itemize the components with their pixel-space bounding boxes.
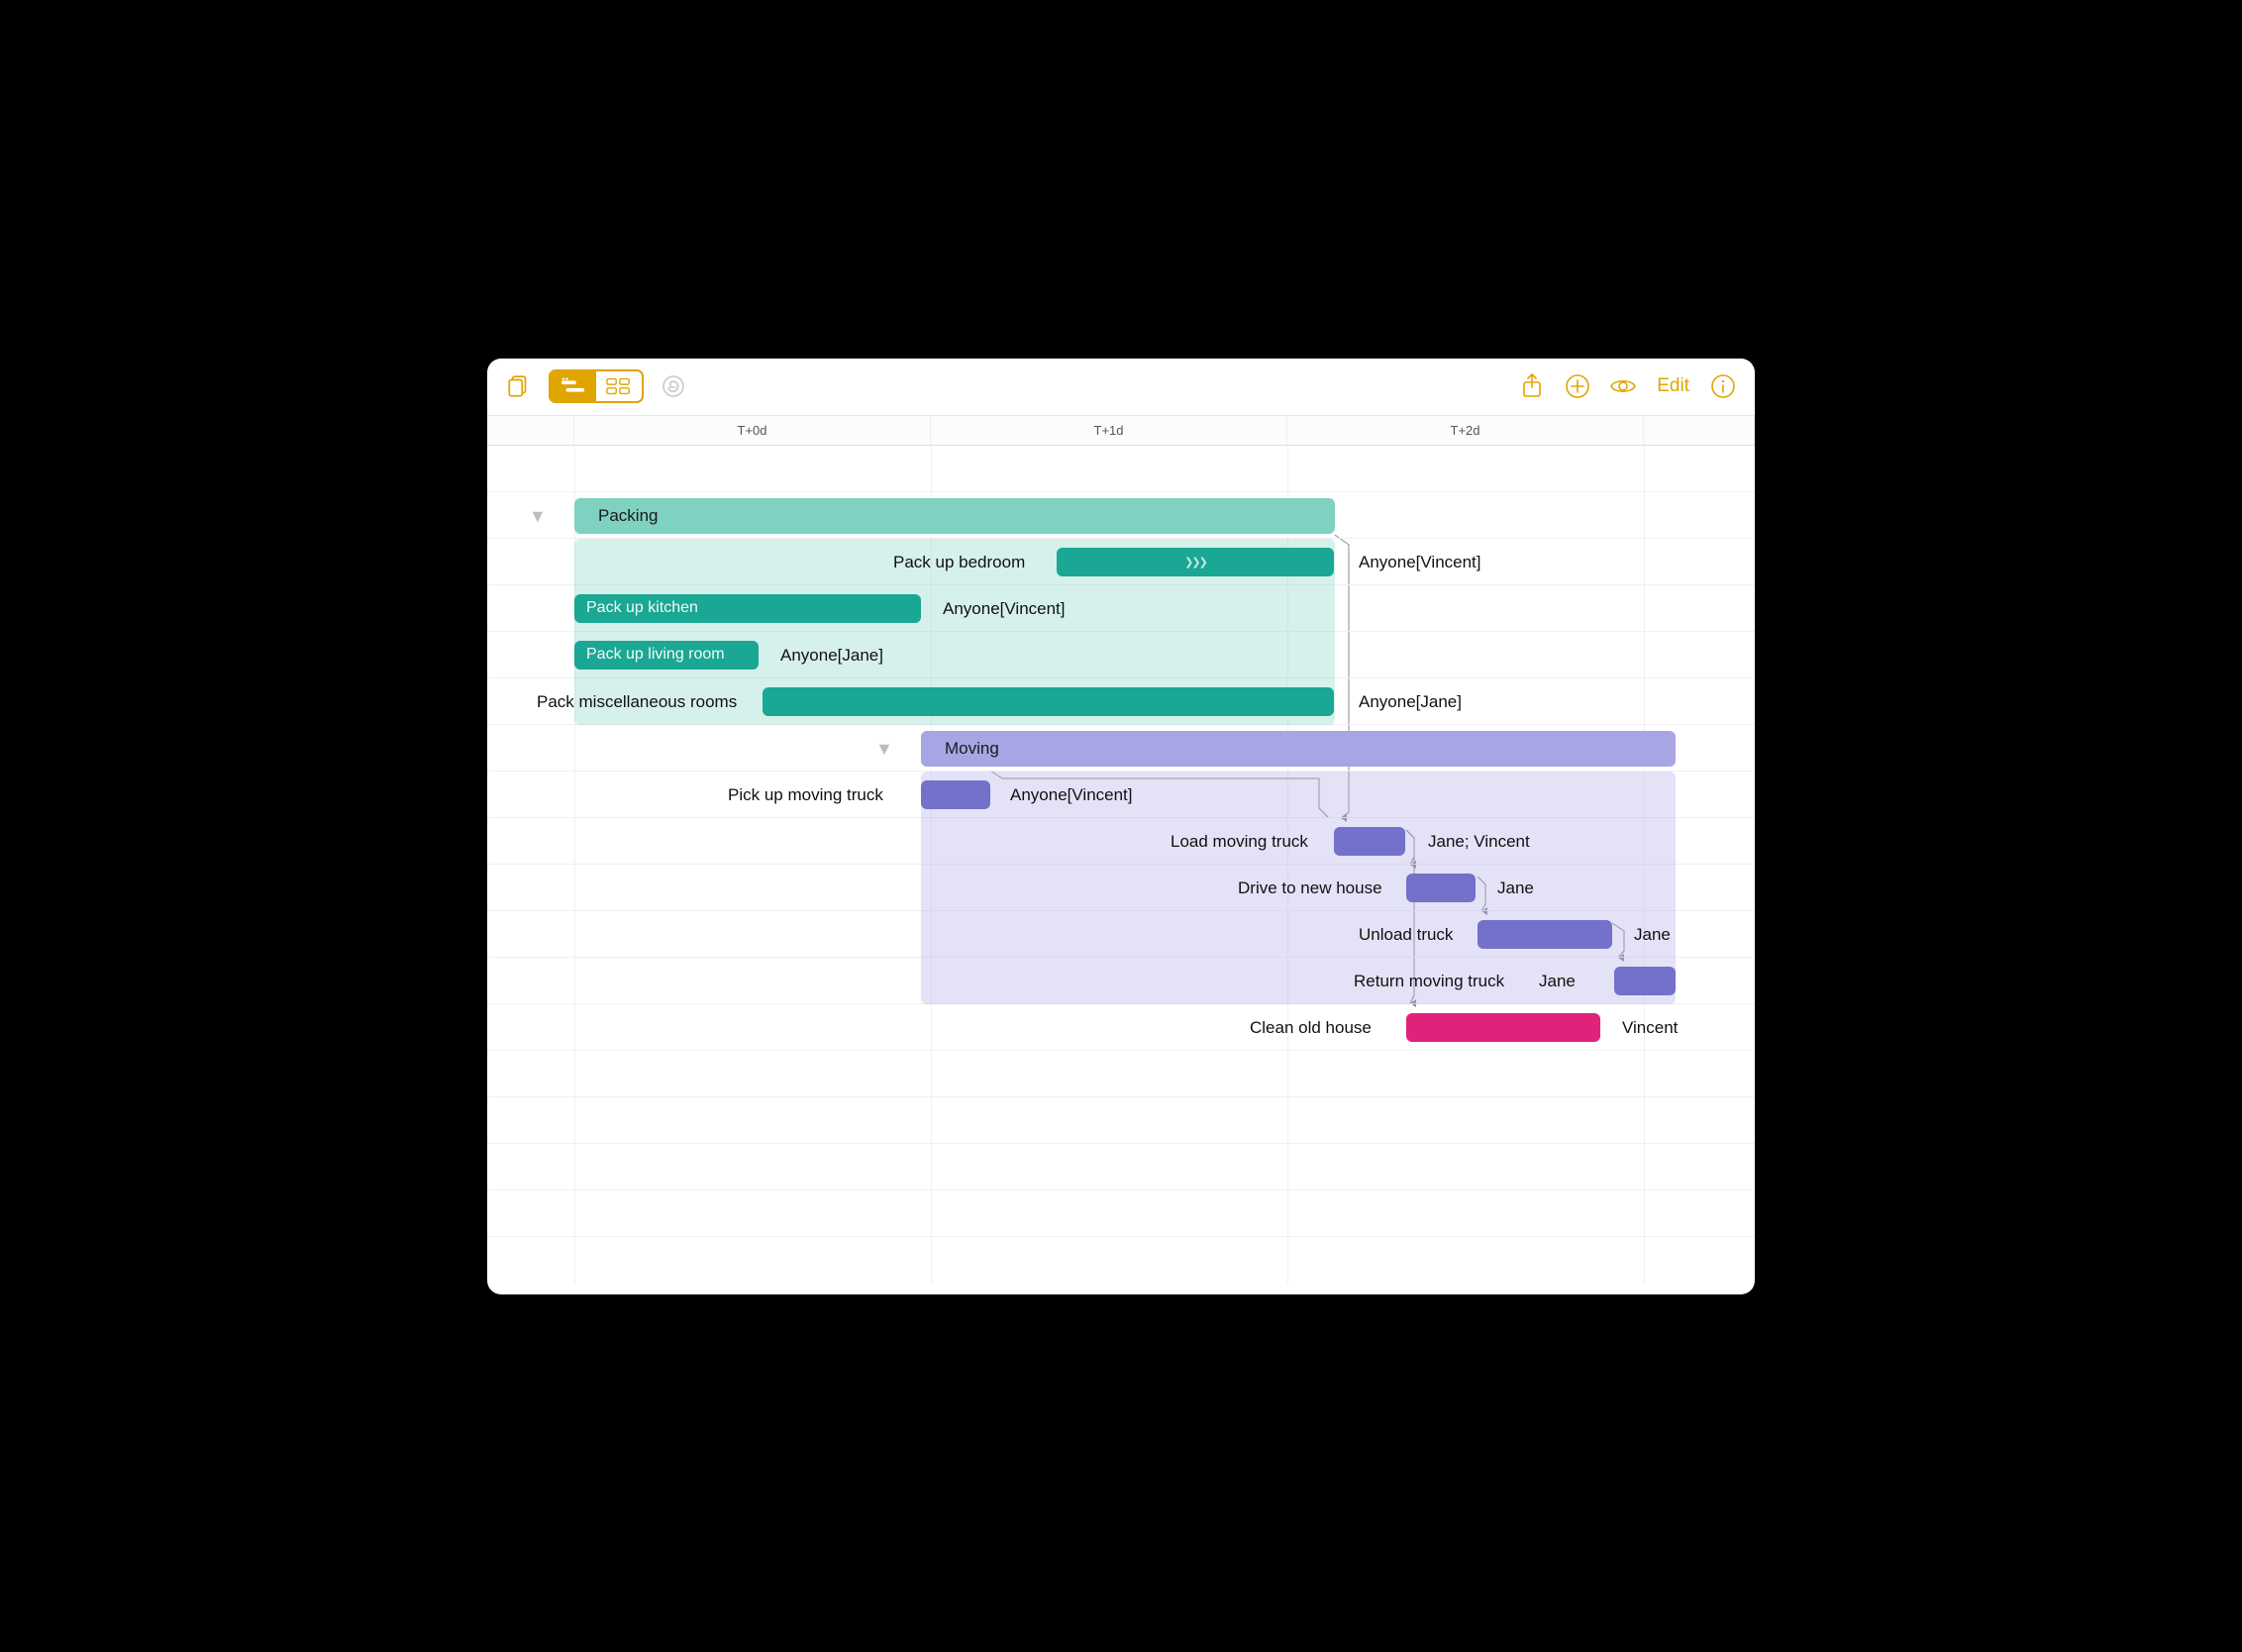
group-label: Packing: [598, 506, 658, 526]
task-resource: Anyone[Vincent]: [943, 599, 1066, 619]
task-bar-drive[interactable]: [1406, 874, 1476, 902]
task-bar-return-truck[interactable]: [1614, 967, 1676, 995]
task-bar-unload[interactable]: [1478, 920, 1612, 949]
task-label: Pack up living room: [586, 646, 725, 664]
task-label: Pack miscellaneous rooms: [537, 692, 737, 712]
task-bar-load-truck[interactable]: [1334, 827, 1405, 856]
group-label: Moving: [945, 739, 999, 759]
task-bar-pack-misc[interactable]: [763, 687, 1334, 716]
task-resource: Anyone[Vincent]: [1010, 785, 1133, 805]
task-bar-pickup-truck[interactable]: [921, 780, 990, 809]
task-label: Drive to new house: [1238, 878, 1382, 898]
task-label: Return moving truck: [1354, 972, 1504, 991]
eye-icon[interactable]: [1607, 370, 1639, 402]
task-label: Pick up moving truck: [728, 785, 883, 805]
task-label: Pack up bedroom: [893, 553, 1025, 572]
add-icon[interactable]: [1562, 370, 1593, 402]
edit-button[interactable]: Edit: [1653, 375, 1693, 397]
timeline-col-2: T+2d: [1287, 416, 1644, 445]
task-bar-pack-living[interactable]: Pack up living room: [574, 641, 759, 670]
timeline-col-1: T+1d: [931, 416, 1287, 445]
timeline-header: T+0d T+1d T+2d: [487, 416, 1755, 446]
task-resource: Anyone[Jane]: [1359, 692, 1462, 712]
task-bar-pack-kitchen[interactable]: Pack up kitchen: [574, 594, 921, 623]
task-label: Unload truck: [1359, 925, 1453, 945]
chevron-down-icon[interactable]: ▼: [875, 739, 893, 760]
undo-icon[interactable]: [658, 370, 689, 402]
view-gantt-icon[interactable]: [551, 371, 596, 401]
task-label: Pack up kitchen: [586, 599, 698, 617]
gantt-rows[interactable]: ▼ Packing Pack up bedroom ❯❯❯ Anyone[Vin…: [487, 446, 1755, 1284]
documents-icon[interactable]: [503, 370, 535, 402]
share-icon[interactable]: [1516, 370, 1548, 402]
task-resource: Anyone[Vincent]: [1359, 553, 1481, 572]
task-resource: Vincent: [1622, 1018, 1678, 1038]
timeline-col-0: T+0d: [574, 416, 931, 445]
view-segmented-control[interactable]: [549, 369, 644, 403]
task-label: Clean old house: [1250, 1018, 1372, 1038]
group-header-packing[interactable]: Packing: [574, 498, 1335, 534]
info-icon[interactable]: [1707, 370, 1739, 402]
task-resource: Jane; Vincent: [1428, 832, 1530, 852]
chevron-right-icon: ❯❯❯: [1184, 556, 1206, 568]
task-resource: Jane: [1539, 972, 1576, 991]
chevron-down-icon[interactable]: ▼: [529, 506, 547, 527]
app-window: Edit T+0d T+1d T+2d: [487, 359, 1755, 1294]
toolbar: Edit: [487, 359, 1755, 416]
task-label: Load moving truck: [1171, 832, 1308, 852]
task-resource: Jane: [1634, 925, 1671, 945]
task-bar-clean-house[interactable]: [1406, 1013, 1600, 1042]
group-header-moving[interactable]: Moving: [921, 731, 1676, 767]
view-grid-icon[interactable]: [596, 371, 642, 401]
task-resource: Anyone[Jane]: [780, 646, 883, 666]
task-resource: Jane: [1497, 878, 1534, 898]
task-bar-pack-bedroom[interactable]: ❯❯❯: [1057, 548, 1334, 576]
